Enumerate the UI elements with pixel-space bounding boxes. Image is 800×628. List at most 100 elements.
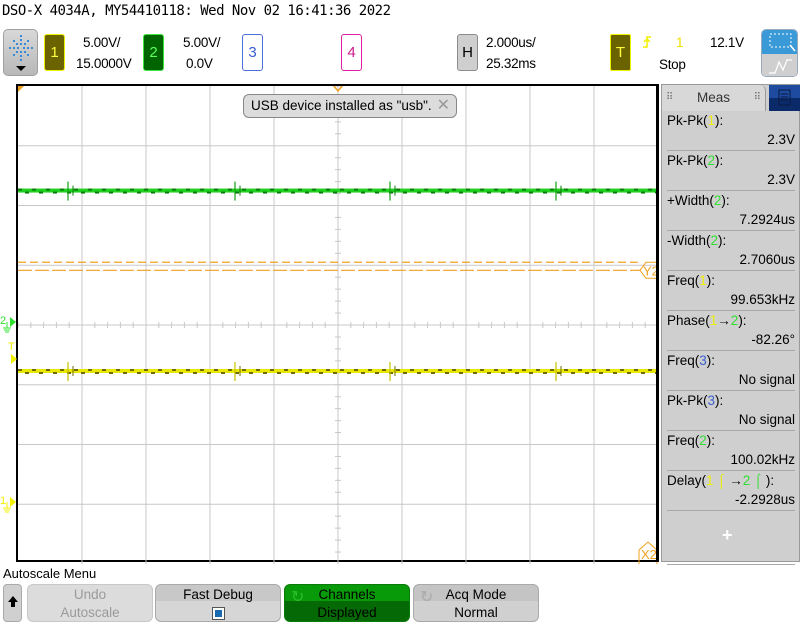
- trace-ch2-noise: [431, 191, 435, 194]
- trigger-level-marker[interactable]: T: [6, 340, 18, 367]
- trace-ch1-noise: [571, 372, 575, 375]
- main-menu-button[interactable]: [3, 29, 38, 76]
- trace-ch1-noise: [529, 372, 533, 375]
- measurement-row[interactable]: Pk-Pk(1): 2.3V: [667, 111, 795, 151]
- zoom-select-button[interactable]: [761, 29, 798, 77]
- channel-3-button[interactable]: 3: [242, 34, 263, 71]
- trigger-button[interactable]: T: [610, 34, 631, 71]
- trace-ch1-noise: [445, 372, 449, 375]
- trace-ch1-noise: [536, 369, 540, 372]
- meas-tab-label: Meas: [696, 90, 730, 105]
- fast-debug-button[interactable]: Fast Debug: [155, 584, 281, 622]
- grip-icon[interactable]: ⠿: [754, 85, 761, 111]
- menu-up-button[interactable]: [3, 584, 22, 622]
- trace-ch2-noise: [53, 191, 57, 194]
- horizontal-button[interactable]: H: [457, 34, 478, 71]
- trace-ch1-noise: [305, 372, 309, 375]
- trace-ch1-noise: [487, 372, 491, 375]
- trace-ch2-noise: [172, 188, 176, 191]
- channel-4-button[interactable]: 4: [341, 34, 362, 71]
- trace-ch1-noise: [165, 372, 169, 375]
- trace-ch1-noise: [459, 372, 463, 375]
- measurement-row[interactable]: Freq(3): No signal: [667, 351, 795, 391]
- trace-ch1-noise: [508, 369, 512, 372]
- channel-2-button[interactable]: 2: [143, 34, 164, 71]
- trace-ch1-noise: [648, 369, 652, 372]
- trace-ch2-noise: [473, 191, 477, 194]
- measurement-row[interactable]: +Width(2): 7.2924us: [667, 191, 795, 231]
- measurement-source: 2: [707, 153, 716, 168]
- trace-ch1-noise: [298, 369, 302, 372]
- measurement-row[interactable]: Delay(1 ⌠ →2 ⌠ ): -2.2928us: [667, 471, 795, 511]
- trace-ch1-noise: [46, 369, 50, 372]
- trace-ch2-noise: [459, 191, 463, 194]
- measurement-source: 2: [710, 233, 719, 248]
- meas-tab[interactable]: ⠿ Meas ⠿: [662, 85, 766, 111]
- trace-ch1-noise: [473, 372, 477, 375]
- trace-ch2-noise: [298, 188, 302, 191]
- trace-ch2-noise: [480, 188, 484, 191]
- measurement-value: 7.2924us: [739, 212, 795, 227]
- trace-ch2-noise: [417, 191, 421, 194]
- grip-icon[interactable]: ⠿: [666, 85, 673, 111]
- trace-ch1-noise: [599, 372, 603, 375]
- trace-ch2-noise: [424, 188, 428, 191]
- trace-ch1-noise: [543, 372, 547, 375]
- measurement-row[interactable]: Freq(1): 99.653kHz: [667, 271, 795, 311]
- softkey-label: Fast Debug: [183, 587, 253, 602]
- measurement-row[interactable]: Phase(1→2): -82.26°: [667, 311, 795, 351]
- close-icon[interactable]: ✕: [437, 95, 450, 117]
- trace-ch1-noise: [620, 369, 624, 372]
- trace-ch2-noise: [284, 188, 288, 191]
- measurement-row[interactable]: Pk-Pk(3): No signal: [667, 391, 795, 431]
- trace-ch2-noise: [137, 191, 141, 194]
- trace-ch2-noise: [648, 188, 652, 191]
- trace-ch2-noise: [242, 188, 246, 191]
- trace-ch1-noise: [172, 369, 176, 372]
- trace-ch2-noise: [627, 191, 631, 194]
- undo-autoscale-button[interactable]: Undo Autoscale: [27, 584, 153, 622]
- trace-ch2-noise: [60, 188, 64, 191]
- trace-ch2-noise: [620, 188, 624, 191]
- trace-ch2-noise: [564, 188, 568, 191]
- channel-1-ground-marker[interactable]: 1: [0, 494, 16, 519]
- trace-ch1-noise: [256, 369, 260, 372]
- acq-mode-button[interactable]: ↻ Acq Mode Normal: [413, 584, 539, 622]
- trace-ch1-noise: [326, 369, 330, 372]
- trace-ch1-noise: [361, 372, 365, 375]
- trace-ch2-noise: [543, 191, 547, 194]
- trace-ch1-noise: [137, 372, 141, 375]
- measurement-row[interactable]: -Width(2): 2.7060us: [667, 231, 795, 271]
- trace-ch2-noise: [235, 191, 239, 194]
- trace-ch2-noise: [501, 191, 505, 194]
- measurement-row[interactable]: Freq(2): 100.02kHz: [667, 431, 795, 471]
- notification-toast: USB device installed as "usb". ✕: [243, 94, 457, 118]
- trace-ch1: [18, 369, 658, 374]
- trace-ch1-noise: [424, 369, 428, 372]
- meas-menu-button[interactable]: [769, 85, 800, 111]
- channel-2-ground-marker[interactable]: 2: [0, 314, 16, 337]
- trace-ch2-noise: [228, 188, 232, 191]
- trace-ch2-noise: [25, 191, 29, 194]
- channels-displayed-button[interactable]: ↻ Channels Displayed: [284, 584, 410, 622]
- trace-ch1-noise: [368, 369, 372, 372]
- measurement-row[interactable]: Pk-Pk(2): 2.3V: [667, 151, 795, 191]
- channel-2-scale: 5.00V/: [183, 35, 221, 50]
- trace-ch2-noise: [508, 188, 512, 191]
- trace-ch1-noise: [375, 372, 379, 375]
- trace-ch1-noise: [417, 372, 421, 375]
- channel-1-button[interactable]: 1: [44, 34, 65, 71]
- fast-debug-checkbox[interactable]: [211, 607, 225, 620]
- trace-ch2-noise: [46, 188, 50, 191]
- trace-ch1-noise: [494, 369, 498, 372]
- trace-ch2-noise: [606, 188, 610, 191]
- add-measurement-button[interactable]: +: [722, 525, 733, 546]
- trace-ch2-noise: [522, 188, 526, 191]
- measurement-value: 2.3V: [767, 172, 795, 187]
- trace-ch2-noise: [403, 191, 407, 194]
- measurement-label: Freq(3):: [667, 353, 716, 368]
- waveform-display[interactable]: Y2 X2: [16, 84, 658, 564]
- trace-ch1-noise: [291, 372, 295, 375]
- trace-ch2-noise: [536, 188, 540, 191]
- softkey-label: Acq Mode: [445, 587, 507, 602]
